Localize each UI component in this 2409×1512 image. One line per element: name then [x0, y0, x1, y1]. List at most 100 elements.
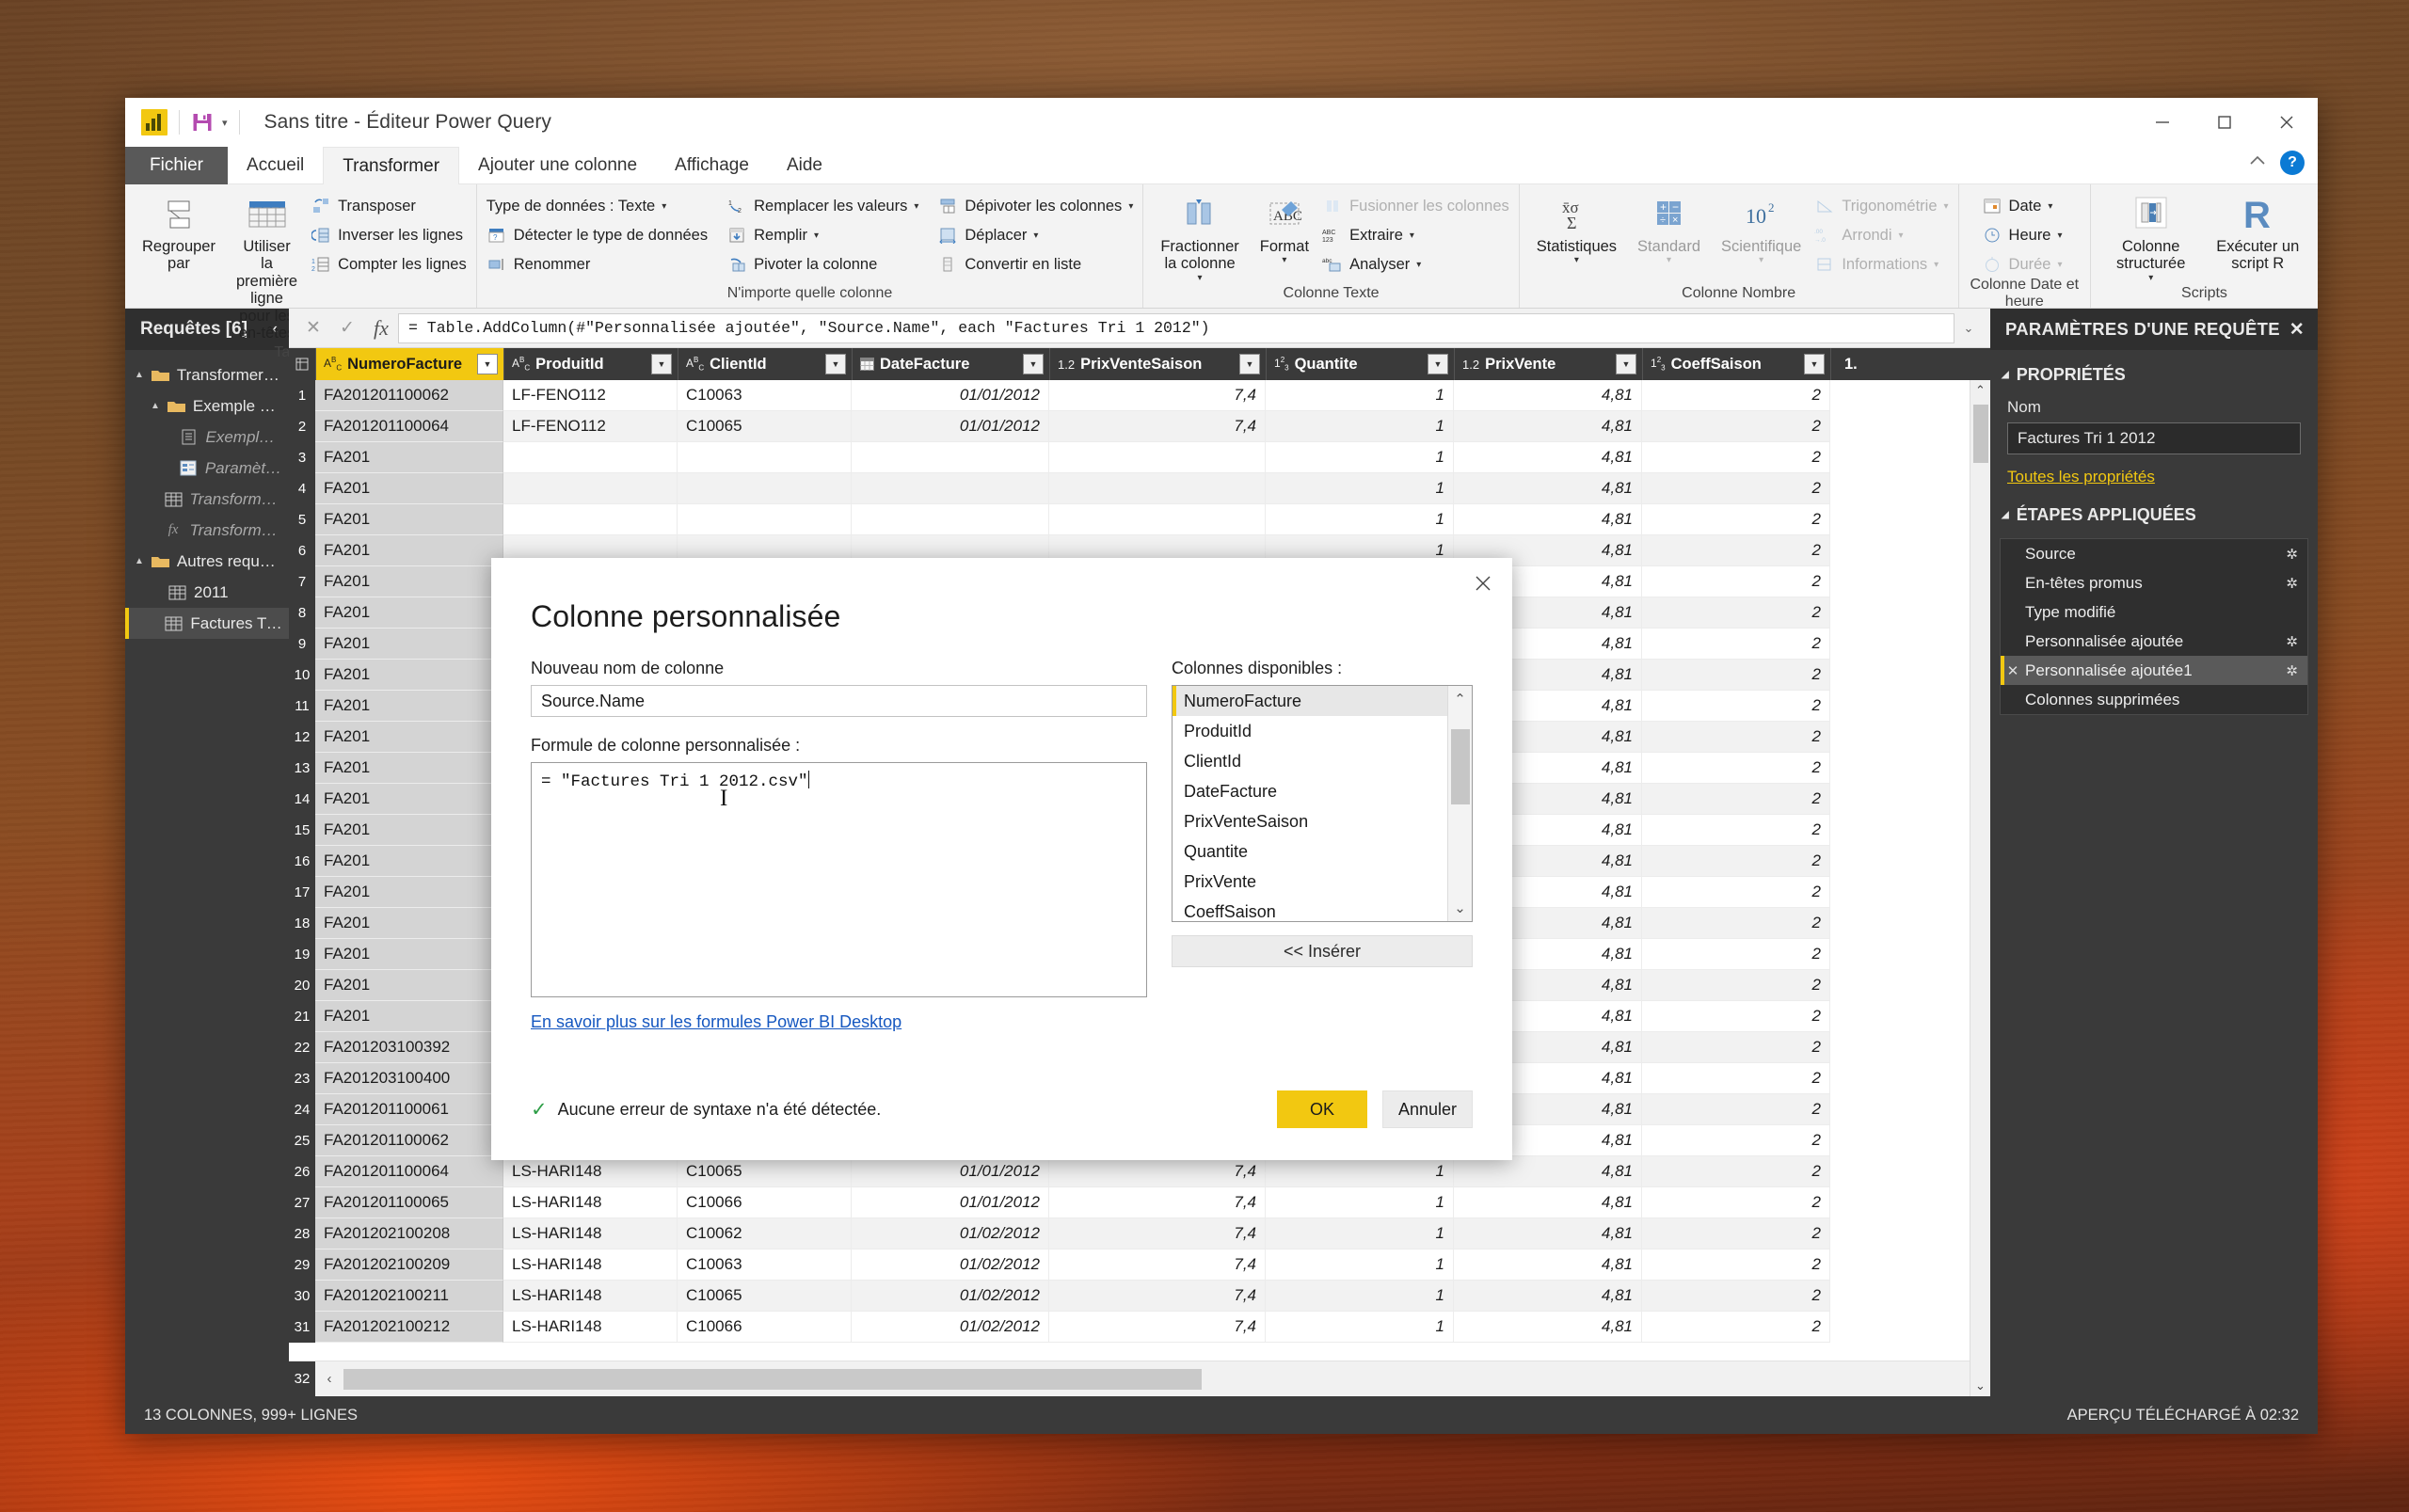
standard-button[interactable]: + − ÷ × Standard ▾ [1630, 192, 1708, 267]
custom-formula-textarea[interactable]: = "Factures Tri 1 2012.csv" I [531, 762, 1147, 997]
available-column-item[interactable]: NumeroFacture [1173, 686, 1472, 716]
cell-numerofacture[interactable]: FA201 [315, 970, 503, 1001]
cell-numerofacture[interactable]: FA201 [315, 815, 503, 846]
table-row[interactable]: 2 FA201201100064 LF-FENO112 C10065 01/01/201… [289, 411, 1990, 442]
colonne-structuree-button[interactable]: Colonne structurée ▾ [2100, 192, 2202, 285]
cell-clientid[interactable]: C10065 [678, 1281, 852, 1312]
cell-coeffsaison[interactable]: 2 [1642, 504, 1830, 535]
cell-datefacture[interactable]: 01/02/2012 [852, 1218, 1049, 1249]
cell-coeffsaison[interactable]: 2 [1642, 442, 1830, 473]
tab-accueil[interactable]: Accueil [228, 147, 323, 184]
chevron-down-icon[interactable]: ▾ [1667, 255, 1671, 265]
executer-script-r-button[interactable]: R Exécuter un script R [2207, 192, 2308, 275]
cell-quantite[interactable]: 1 [1266, 1281, 1454, 1312]
cell-clientid[interactable]: C10066 [678, 1187, 852, 1218]
cell-prixventesaison[interactable] [1049, 442, 1266, 473]
cell-prixvente[interactable]: 4,81 [1454, 1312, 1642, 1343]
available-columns-listbox[interactable]: NumeroFacture ProduitId ClientId DateFactur… [1172, 685, 1473, 922]
query-item-5[interactable]: fx Transformer le fichie... [125, 515, 289, 546]
cell-coeffsaison[interactable]: 2 [1642, 473, 1830, 504]
cell-datefacture[interactable]: 01/02/2012 [852, 1312, 1049, 1343]
chevron-down-icon[interactable]: ▾ [1033, 231, 1038, 241]
chevron-down-icon[interactable]: ▾ [2148, 273, 2153, 283]
detecter-type-donnees-button[interactable]: ? Détecter le type de données [487, 223, 708, 247]
arrondi-button[interactable]: .00 →.0 Arrondi ▾ [1814, 223, 1948, 247]
cell-quantite[interactable]: 1 [1266, 1312, 1454, 1343]
cell-produitid[interactable]: LS-HARI148 [503, 1249, 678, 1281]
available-column-item[interactable]: DateFacture [1173, 776, 1472, 806]
cell-produitid[interactable] [503, 473, 678, 504]
extraire-button[interactable]: ABC 123 Extraire ▾ [1322, 223, 1509, 247]
ok-button[interactable]: OK [1277, 1090, 1367, 1128]
cell-coeffsaison[interactable]: 2 [1642, 753, 1830, 784]
cell-numerofacture[interactable]: FA201203100392 [315, 1032, 503, 1063]
cell-numerofacture[interactable]: FA201 [315, 629, 503, 660]
cell-quantite[interactable]: 1 [1266, 1249, 1454, 1281]
help-icon[interactable]: ? [2280, 151, 2305, 175]
cell-coeffsaison[interactable]: 2 [1642, 939, 1830, 970]
available-column-item[interactable]: CoeffSaison [1173, 897, 1472, 921]
expander-triangle-icon[interactable]: ▲ [135, 556, 144, 566]
query-item-3[interactable]: Paramètre de l'exe... [125, 453, 289, 484]
chevron-down-icon[interactable]: ▾ [1198, 273, 1203, 283]
cell-coeffsaison[interactable]: 2 [1642, 784, 1830, 815]
properties-section-title[interactable]: ◢ PROPRIÉTÉS [1990, 350, 2318, 392]
chevron-down-icon[interactable]: ▾ [1410, 231, 1414, 241]
cell-quantite[interactable]: 1 [1266, 1187, 1454, 1218]
scroll-down-icon[interactable]: ⌄ [1975, 1376, 1986, 1396]
regrouper-par-button[interactable]: Regrouper par [135, 192, 223, 275]
column-header-numerofacture[interactable]: ABC NumeroFacture ▼ [315, 348, 503, 380]
scroll-left-icon[interactable]: ‹ [315, 1371, 343, 1387]
table-row[interactable]: 3 FA201 1 4,81 2 [289, 442, 1990, 473]
table-row[interactable]: 4 FA201 1 4,81 2 [289, 473, 1990, 504]
grid-vertical-scrollbar[interactable]: ⌃ ⌄ [1970, 380, 1990, 1396]
query-item-2[interactable]: Exemple de fichier [125, 422, 289, 453]
cell-quantite[interactable]: 1 [1266, 504, 1454, 535]
table-row[interactable]: 29 FA201202100209 LS-HARI148 C10063 01/02/20… [289, 1249, 1990, 1281]
cell-coeffsaison[interactable]: 2 [1642, 566, 1830, 597]
listbox-scroll-down-icon[interactable]: ⌄ [1448, 895, 1472, 921]
gear-icon[interactable]: ✲ [2286, 633, 2298, 650]
format-button[interactable]: ABC Format ▾ [1252, 192, 1316, 267]
column-header-clientid[interactable]: ABC ClientId ▼ [678, 348, 852, 380]
cell-numerofacture[interactable]: FA201 [315, 877, 503, 908]
cell-coeffsaison[interactable]: 2 [1642, 1001, 1830, 1032]
maximize-button[interactable] [2194, 98, 2256, 147]
cell-prixvente[interactable]: 4,81 [1454, 1249, 1642, 1281]
informations-button[interactable]: Informations ▾ [1814, 252, 1948, 277]
cell-coeffsaison[interactable]: 2 [1642, 691, 1830, 722]
tab-ajouter-une-colonne[interactable]: Ajouter une colonne [459, 147, 656, 184]
remplir-button[interactable]: Remplir ▾ [726, 223, 918, 247]
applied-step-4[interactable]: ✕ Personnalisée ajoutée1 ✲ [2001, 656, 2307, 685]
cell-numerofacture[interactable]: FA201202100209 [315, 1249, 503, 1281]
chevron-down-icon[interactable]: ▾ [814, 231, 819, 241]
convertir-en-liste-button[interactable]: Convertir en liste [937, 252, 1133, 277]
query-name-input[interactable]: Factures Tri 1 2012 [2007, 422, 2301, 454]
cell-coeffsaison[interactable]: 2 [1642, 877, 1830, 908]
cancel-button[interactable]: Annuler [1382, 1090, 1473, 1128]
column-header-produitid[interactable]: ABC ProduitId ▼ [503, 348, 678, 380]
cell-numerofacture[interactable]: FA201203100400 [315, 1063, 503, 1094]
applied-steps-section-title[interactable]: ◢ ÉTAPES APPLIQUÉES [1990, 490, 2318, 533]
cell-prixvente[interactable]: 4,81 [1454, 1281, 1642, 1312]
chevron-down-icon[interactable]: ▾ [1574, 255, 1579, 265]
chevron-down-icon[interactable]: ▾ [2048, 201, 2052, 212]
gear-icon[interactable]: ✲ [2286, 575, 2298, 592]
cell-coeffsaison[interactable]: 2 [1642, 597, 1830, 629]
cancel-formula-icon[interactable]: ✕ [296, 312, 330, 344]
renommer-button[interactable]: Renommer [487, 252, 708, 277]
cell-numerofacture[interactable]: FA201 [315, 535, 503, 566]
expander-triangle-icon[interactable]: ▲ [151, 401, 160, 411]
deplacer-button[interactable]: Déplacer ▾ [937, 223, 1133, 247]
cell-prixvente[interactable]: 4,81 [1454, 411, 1642, 442]
expander-triangle-icon[interactable]: ▲ [135, 370, 144, 380]
cell-produitid[interactable]: LF-FENO112 [503, 411, 678, 442]
cell-produitid[interactable]: LS-HARI148 [503, 1312, 678, 1343]
available-column-item[interactable]: ProduitId [1173, 716, 1472, 746]
column-filter-dropdown-icon[interactable]: ▼ [1023, 354, 1044, 374]
cell-clientid[interactable]: C10066 [678, 1312, 852, 1343]
cell-coeffsaison[interactable]: 2 [1642, 970, 1830, 1001]
type-de-donnees-button[interactable]: Type de données : Texte ▾ [487, 194, 708, 218]
collapse-ribbon-icon[interactable] [2248, 154, 2267, 171]
cell-coeffsaison[interactable]: 2 [1642, 660, 1830, 691]
